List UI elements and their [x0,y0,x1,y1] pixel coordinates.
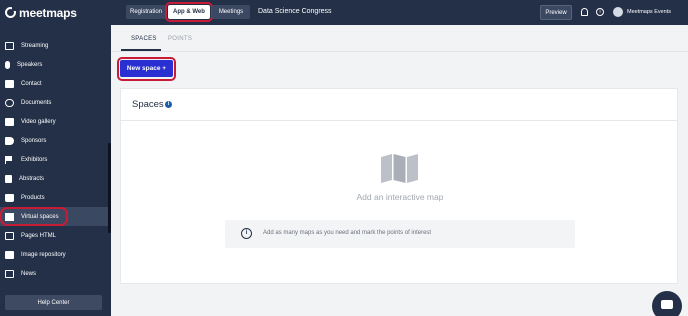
sidebar-item-news[interactable]: News [0,264,111,283]
logo-text: meetmaps [19,5,77,20]
sidebar-item-label: Pages HTML [21,232,57,239]
sidebar-item-streaming[interactable]: Streaming [0,36,111,55]
flag-icon [5,155,14,164]
video-icon [5,117,14,126]
nav-registration[interactable]: Registration [126,5,166,19]
sidebar-item-label: Contact [21,80,42,87]
megaphone-icon [5,136,14,145]
sidebar-scrollbar[interactable] [108,143,111,233]
top-bar: meetmaps Registration App & Web Meetings… [0,0,688,25]
panel-header: Spaces i [121,89,677,121]
bell-icon[interactable] [581,8,588,16]
sidebar-item-sponsors[interactable]: Sponsors [0,131,111,150]
sidebar-item-contact[interactable]: Contact [0,74,111,93]
sidebar-item-exhibitors[interactable]: Exhibitors [0,150,111,169]
empty-state-title: Add an interactive map [356,192,444,202]
sidebar-item-pages-html[interactable]: Pages HTML [0,226,111,245]
page-icon [5,231,14,240]
event-name: Data Science Congress [258,8,332,15]
info-icon[interactable]: i [596,8,604,16]
tab-points[interactable]: POINTS [168,36,192,42]
sidebar-item-label: Speakers [17,61,43,68]
logo[interactable]: meetmaps [5,5,77,20]
sidebar-item-label: Abstracts [19,175,45,182]
sidebar-item-label: News [21,270,37,277]
highlight-new-space [117,57,176,81]
microphone-icon [5,60,10,69]
help-center-button[interactable]: Help Center [5,295,102,310]
nav-meetings[interactable]: Meetings [212,5,250,19]
info-icon[interactable]: i [165,101,172,108]
sidebar-item-label: Streaming [21,42,49,49]
document-icon [5,174,12,183]
sidebar-item-label: Video gallery [21,118,56,125]
hint-text: Add as many maps as you need and mark th… [263,230,432,236]
spaces-panel: Spaces i Add an interactive map i Add as… [120,88,678,284]
sidebar-item-label: Products [21,194,45,201]
image-icon [5,250,14,259]
sidebar-item-image-repository[interactable]: Image repository [0,245,111,264]
highlight-virtual-spaces [0,207,68,226]
tv-icon [5,41,14,50]
sidebar: Streaming Speakers Contact Documents Vid… [0,25,111,316]
tab-active-indicator [121,49,161,51]
paperclip-icon [5,98,14,107]
info-icon: i [241,228,252,239]
sidebar-item-speakers[interactable]: Speakers [0,55,111,74]
bag-icon [5,193,14,202]
sidebar-item-products[interactable]: Products [0,188,111,207]
newspaper-icon [5,269,14,278]
sidebar-item-label: Exhibitors [21,156,48,163]
chat-icon[interactable] [652,291,682,316]
folded-map-icon [381,154,418,183]
account-name[interactable]: Meetmaps Events [627,9,671,15]
tab-spaces[interactable]: SPACES [131,36,157,42]
panel-title: Spaces [132,99,164,110]
highlight-app-web [165,2,213,22]
sidebar-item-video-gallery[interactable]: Video gallery [0,112,111,131]
avatar[interactable] [613,7,623,17]
sidebar-item-label: Image repository [21,251,66,258]
preview-button[interactable]: Preview [540,5,572,20]
sidebar-item-label: Sponsors [21,137,47,144]
chat-icon [5,79,14,88]
sidebar-item-abstracts[interactable]: Abstracts [0,169,111,188]
logo-icon [5,7,16,18]
hint-box: i Add as many maps as you need and mark … [225,220,575,248]
sidebar-item-documents[interactable]: Documents [0,93,111,112]
tabs-bar: SPACES POINTS [111,25,688,52]
sidebar-item-label: Documents [21,99,52,106]
